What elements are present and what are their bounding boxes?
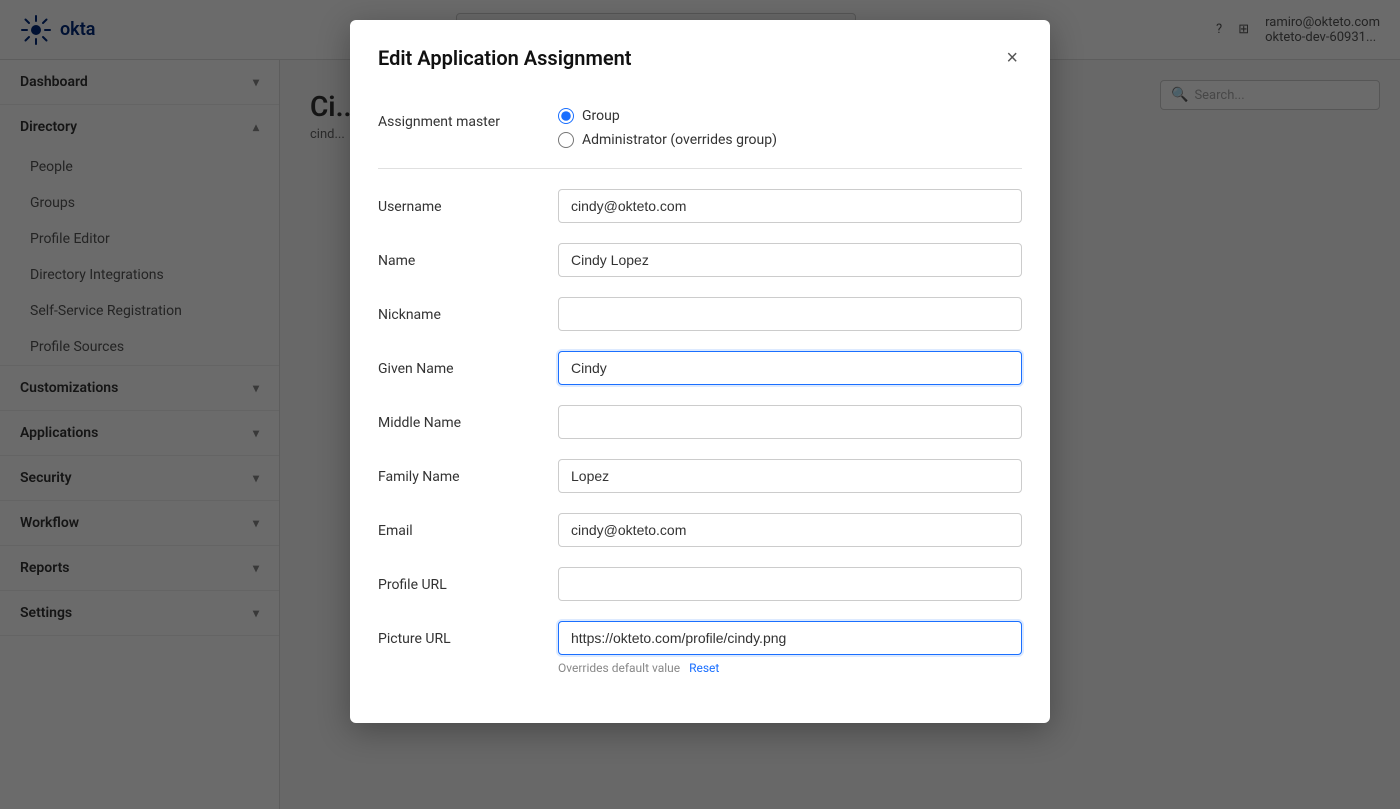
overrides-text: Overrides default value xyxy=(558,661,680,675)
reset-link[interactable]: Reset xyxy=(689,661,719,675)
modal-overlay: Edit Application Assignment × Assignment… xyxy=(0,0,1400,809)
name-input[interactable] xyxy=(558,243,1022,277)
family-name-input[interactable] xyxy=(558,459,1022,493)
family-name-row: Family Name xyxy=(378,459,1022,493)
name-row: Name xyxy=(378,243,1022,277)
nickname-row: Nickname xyxy=(378,297,1022,331)
picture-url-input[interactable] xyxy=(558,621,1022,655)
form-divider xyxy=(378,168,1022,169)
nickname-label: Nickname xyxy=(378,297,538,323)
given-name-input[interactable] xyxy=(558,351,1022,385)
family-name-label: Family Name xyxy=(378,459,538,485)
username-label: Username xyxy=(378,189,538,215)
nickname-input[interactable] xyxy=(558,297,1022,331)
name-field xyxy=(558,243,1022,277)
profile-url-row: Profile URL xyxy=(378,567,1022,601)
radio-group-input[interactable] xyxy=(558,108,574,124)
modal-close-button[interactable]: × xyxy=(1002,44,1022,72)
modal-title: Edit Application Assignment xyxy=(378,46,631,70)
username-field xyxy=(558,189,1022,223)
radio-item-admin[interactable]: Administrator (overrides group) xyxy=(558,132,1022,148)
assignment-master-label: Assignment master xyxy=(378,104,538,130)
given-name-label: Given Name xyxy=(378,351,538,377)
radio-group-label: Group xyxy=(582,108,620,124)
assignment-master-field: Group Administrator (overrides group) xyxy=(558,104,1022,148)
email-label: Email xyxy=(378,513,538,539)
assignment-master-row: Assignment master Group Administrator (o… xyxy=(378,104,1022,148)
username-row: Username xyxy=(378,189,1022,223)
picture-url-label: Picture URL xyxy=(378,621,538,647)
middle-name-label: Middle Name xyxy=(378,405,538,431)
profile-url-field xyxy=(558,567,1022,601)
given-name-field xyxy=(558,351,1022,385)
picture-url-row: Picture URL Overrides default value Rese… xyxy=(378,621,1022,675)
family-name-field xyxy=(558,459,1022,493)
radio-admin-label: Administrator (overrides group) xyxy=(582,132,777,148)
picture-url-field: Overrides default value Reset xyxy=(558,621,1022,675)
nickname-field xyxy=(558,297,1022,331)
given-name-row: Given Name xyxy=(378,351,1022,385)
email-row: Email xyxy=(378,513,1022,547)
middle-name-input[interactable] xyxy=(558,405,1022,439)
modal-body: Assignment master Group Administrator (o… xyxy=(350,88,1050,723)
profile-url-input[interactable] xyxy=(558,567,1022,601)
username-input[interactable] xyxy=(558,189,1022,223)
email-input[interactable] xyxy=(558,513,1022,547)
radio-admin-input[interactable] xyxy=(558,132,574,148)
middle-name-field xyxy=(558,405,1022,439)
email-field xyxy=(558,513,1022,547)
name-label: Name xyxy=(378,243,538,269)
modal-header: Edit Application Assignment × xyxy=(350,20,1050,88)
edit-assignment-modal: Edit Application Assignment × Assignment… xyxy=(350,20,1050,723)
radio-item-group[interactable]: Group xyxy=(558,108,1022,124)
middle-name-row: Middle Name xyxy=(378,405,1022,439)
profile-url-label: Profile URL xyxy=(378,567,538,593)
radio-group-assignment: Group Administrator (overrides group) xyxy=(558,104,1022,148)
picture-url-helper: Overrides default value Reset xyxy=(558,661,1022,675)
